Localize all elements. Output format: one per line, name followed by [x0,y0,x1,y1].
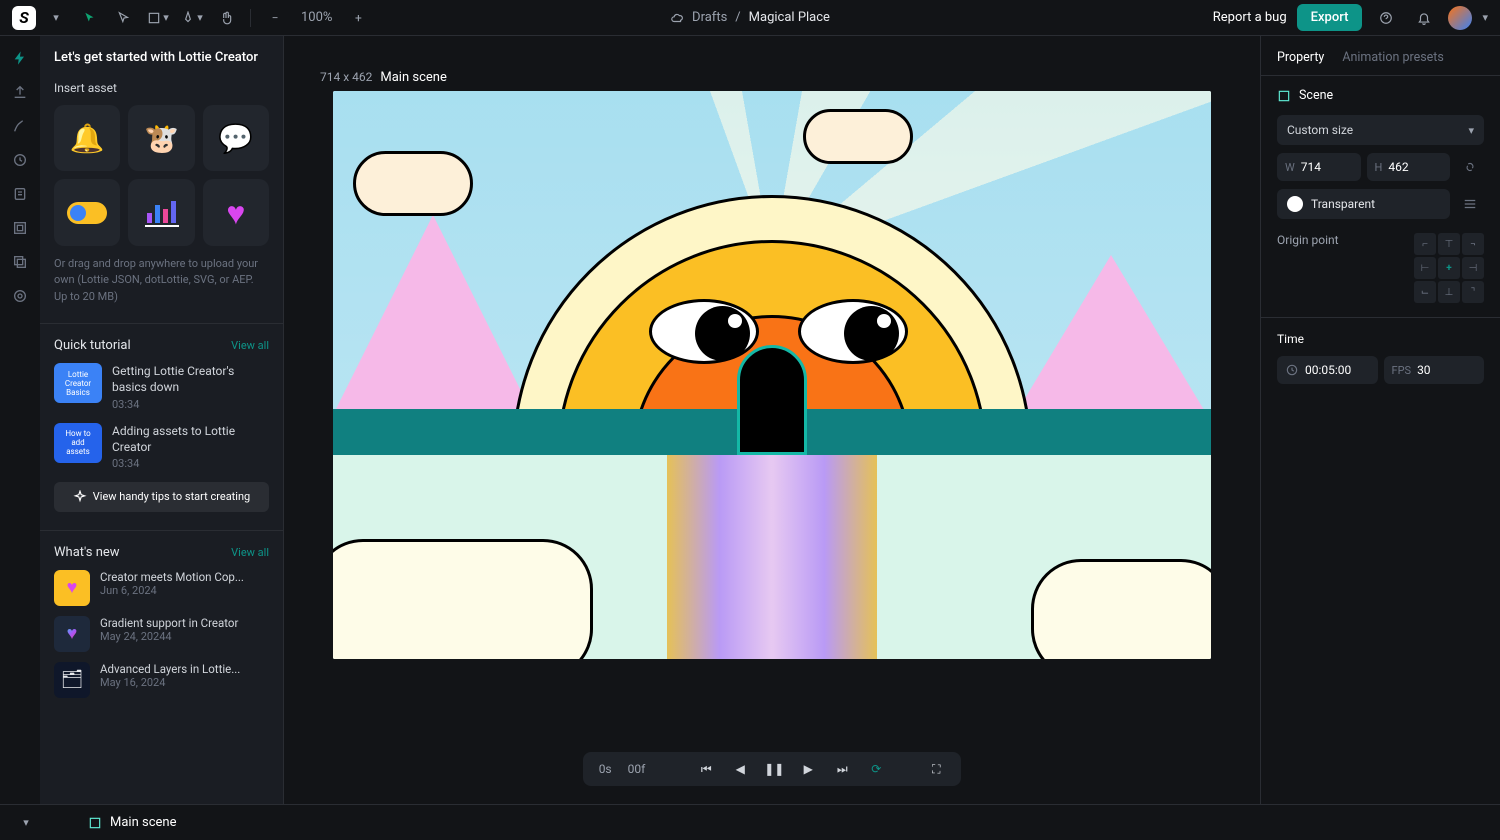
skip-end-icon[interactable]: ⏭ [833,760,851,778]
breadcrumb-parent[interactable]: Drafts [692,10,727,25]
play-time: 0s [599,762,612,776]
link-dimensions-icon[interactable] [1456,153,1484,181]
tutorial-thumb-icon: LottieCreatorBasics [54,363,102,403]
duration-field[interactable]: 00:05:00 [1277,356,1378,384]
panel-title: Let's get started with Lottie Creator [54,50,269,65]
zoom-out[interactable]: − [261,4,289,32]
origin-ml[interactable]: ⊢ [1414,257,1436,279]
upload-hint: Or drag and drop anywhere to upload your… [54,256,269,306]
news-thumb-icon: 🗂 [54,662,90,698]
clock-icon [1285,363,1299,377]
scene-heading: Scene [1299,88,1333,103]
asset-toggle[interactable] [54,179,120,245]
asset-chat[interactable]: 💬 [203,105,269,171]
news-thumb-icon: ♥ [54,616,90,652]
origin-br[interactable]: ⌝ [1462,281,1484,303]
origin-mr[interactable]: ⊣ [1462,257,1484,279]
strip-upload-icon[interactable] [10,82,30,102]
user-menu-chevron[interactable]: ▾ [1482,11,1488,24]
sparkle-icon [73,490,87,504]
strip-pen-icon[interactable] [10,116,30,136]
breadcrumb: Drafts / Magical Place [670,10,830,25]
strip-note-icon[interactable] [10,184,30,204]
step-back-icon[interactable]: ◀ [731,760,749,778]
asset-heart[interactable]: ♥ [203,179,269,245]
breadcrumb-current[interactable]: Magical Place [749,10,830,25]
strip-settings-icon[interactable] [10,286,30,306]
zoom-in[interactable]: + [344,4,372,32]
playback-bar: 0s 00f ⏮ ◀ ❚❚ ▶ ⏭ ⟳ ⛶ [583,752,962,786]
fullscreen-icon[interactable]: ⛶ [927,760,945,778]
origin-label: Origin point [1277,233,1339,247]
origin-tl[interactable]: ⌐ [1414,233,1436,255]
select-tool[interactable] [110,4,138,32]
tutorial-view-all[interactable]: View all [231,339,269,352]
news-thumb-icon: ♥ [54,570,90,606]
export-button[interactable]: Export [1297,4,1363,31]
tutorial-item[interactable]: LottieCreatorBasics Getting Lottie Creat… [54,363,269,410]
logo-menu-chevron[interactable]: ▾ [42,4,70,32]
color-swatch [1287,196,1303,212]
asset-cow[interactable]: 🐮 [128,105,194,171]
insert-asset-label: Insert asset [54,81,269,95]
main-canvas[interactable] [333,91,1211,659]
loop-icon[interactable]: ⟳ [867,760,885,778]
origin-bc[interactable]: ⊥ [1438,281,1460,303]
app-logo[interactable]: S [12,6,36,30]
cloud-icon [670,11,684,25]
skip-start-icon[interactable]: ⏮ [697,760,715,778]
background-color[interactable]: Transparent [1277,189,1450,219]
user-avatar[interactable] [1448,6,1472,30]
canvas-dimensions: 714 x 462 [320,70,372,84]
pause-icon[interactable]: ❚❚ [765,760,783,778]
whats-new-label: What's new [54,545,120,560]
tutorial-thumb-icon: How toaddassets [54,423,102,463]
origin-picker[interactable]: ⌐⊤¬ ⊢+⊣ ⌙⊥⌝ [1414,233,1484,303]
shape-tool[interactable]: ▾ [144,4,172,32]
news-item[interactable]: ♥ Gradient support in CreatorMay 24, 202… [54,616,269,652]
scene-icon [88,816,102,830]
fps-field[interactable]: FPS 30 [1384,356,1485,384]
origin-bl[interactable]: ⌙ [1414,281,1436,303]
move-tool[interactable] [76,4,104,32]
tab-animation-presets[interactable]: Animation presets [1342,50,1444,65]
bottom-scene-tab[interactable]: Main scene [88,815,176,830]
notifications-icon[interactable] [1410,4,1438,32]
strip-frame-icon[interactable] [10,218,30,238]
zoom-level: 100% [301,10,332,25]
height-field[interactable]: H 462 [1367,153,1451,181]
strip-bolt-icon[interactable] [10,48,30,68]
origin-tc[interactable]: ⊤ [1438,233,1460,255]
asset-chart[interactable] [128,179,194,245]
step-fwd-icon[interactable]: ▶ [799,760,817,778]
strip-layers-icon[interactable] [10,252,30,272]
hand-tool[interactable] [212,4,240,32]
quick-tutorial-label: Quick tutorial [54,338,131,353]
bg-options-icon[interactable] [1456,190,1484,218]
origin-tr[interactable]: ¬ [1462,233,1484,255]
strip-time-icon[interactable] [10,150,30,170]
help-icon[interactable] [1372,4,1400,32]
news-item[interactable]: ♥ Creator meets Motion Cop...Jun 6, 2024 [54,570,269,606]
size-preset-select[interactable]: Custom size ▾ [1277,115,1484,145]
canvas-title: Main scene [380,70,446,85]
report-bug-link[interactable]: Report a bug [1213,10,1287,25]
origin-center[interactable]: + [1438,257,1460,279]
tab-property[interactable]: Property [1277,50,1324,65]
play-frame: 00f [628,762,646,776]
chevron-down-icon: ▾ [1468,124,1474,137]
time-heading: Time [1277,332,1484,346]
tips-button[interactable]: View handy tips to start creating [54,482,269,512]
news-item[interactable]: 🗂 Advanced Layers in Lottie...May 16, 20… [54,662,269,698]
asset-bell[interactable]: 🔔 [54,105,120,171]
pen-tool[interactable]: ▾ [178,4,206,32]
scene-icon [1277,89,1291,103]
width-field[interactable]: W 714 [1277,153,1361,181]
timeline-toggle-icon[interactable]: ▾ [12,809,40,837]
tutorial-item[interactable]: How toaddassets Adding assets to Lottie … [54,423,269,470]
news-view-all[interactable]: View all [231,546,269,559]
